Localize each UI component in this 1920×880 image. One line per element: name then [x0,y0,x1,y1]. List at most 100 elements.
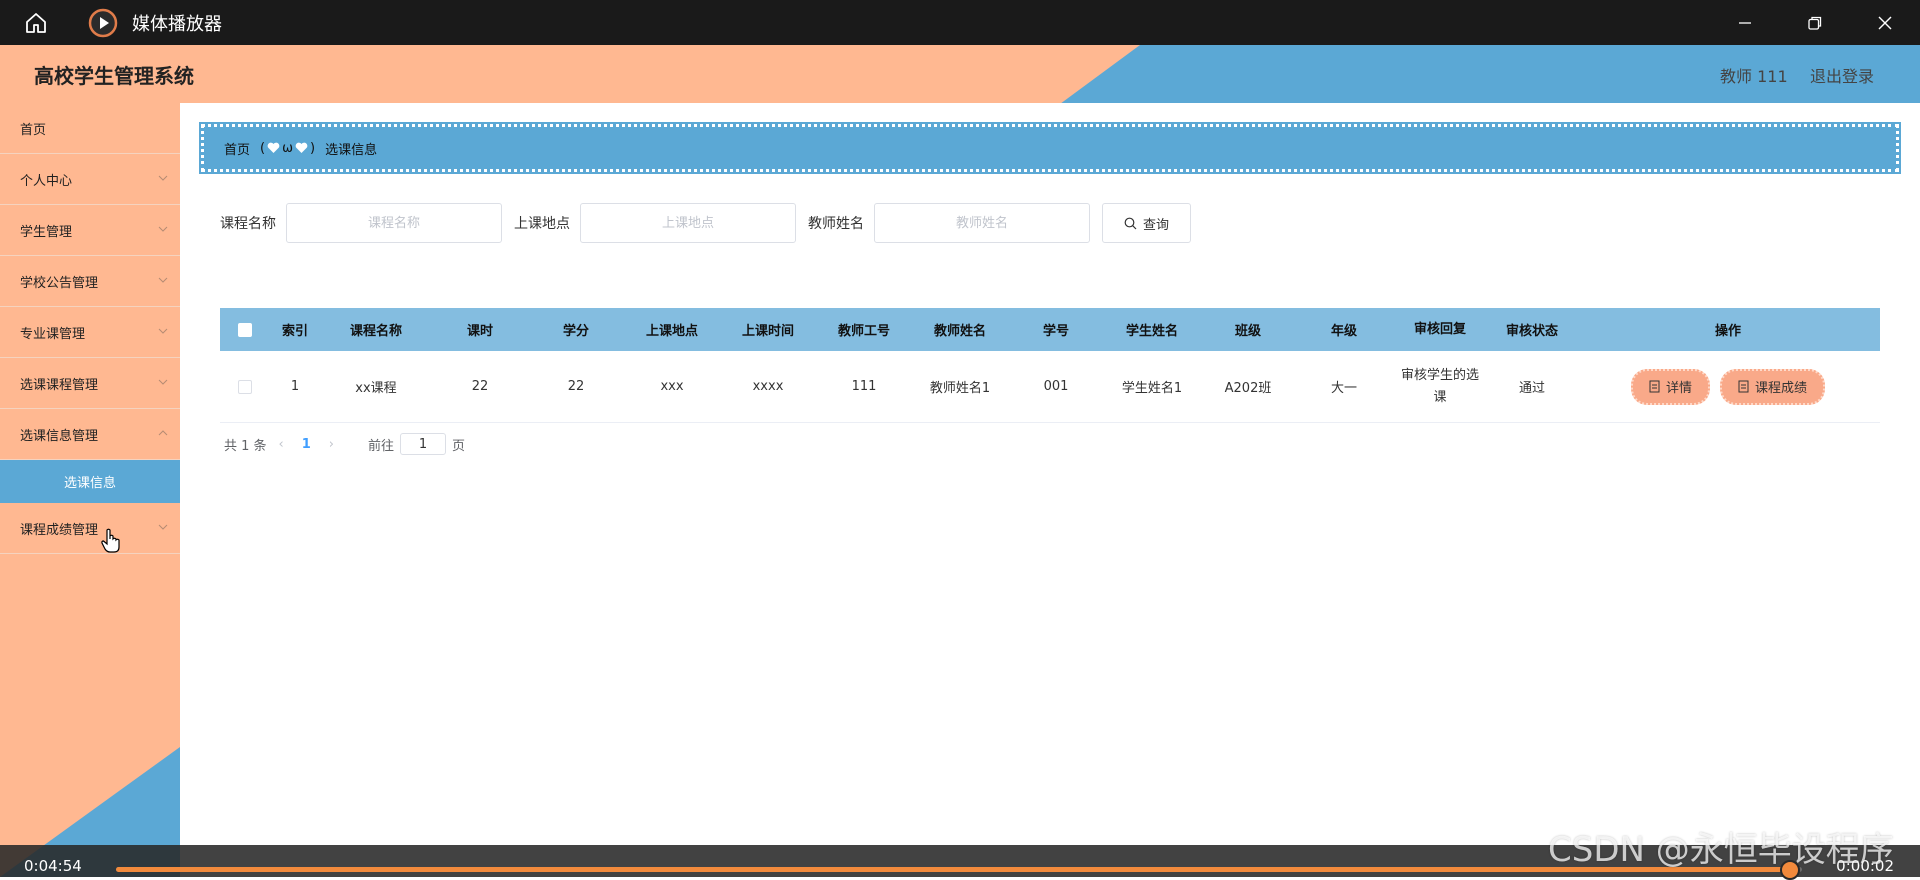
sidebar-item-home[interactable]: 首页 [0,103,180,154]
cell-student-name: 学生姓名1 [1121,381,1183,396]
class-place-input[interactable] [580,203,796,243]
column-header: 教师工号 [837,324,890,339]
goto-suffix: 页 [452,438,466,454]
next-page-icon[interactable]: › [329,437,334,452]
media-player-icon [88,8,118,38]
row-checkbox[interactable] [238,379,252,394]
heart-icon [295,142,308,153]
document-icon [1649,380,1660,393]
chevron-down-icon [158,379,168,385]
table-header: 索引 课程名称 课时 学分 上课地点 上课时间 教师工号 教师姓名 学号 学生姓… [220,308,1880,351]
restore-icon[interactable] [1780,0,1850,45]
current-page[interactable]: 1 [302,437,311,452]
cell-grade: 大一 [1330,381,1357,396]
search-button-label: 查询 [1142,217,1169,233]
current-user-label: 教师 111 [1720,67,1788,86]
course-name-input[interactable] [286,203,502,243]
sidebar-item-enrollment-info[interactable]: 选课信息管理 [0,409,180,460]
column-header: 审核状态 [1505,324,1558,339]
cell-course-name: xx课程 [355,381,397,396]
minimize-icon[interactable] [1710,0,1780,45]
search-button[interactable]: 查询 [1102,203,1191,243]
sidebar-subitem-enrollment-info[interactable]: 选课信息 [0,460,180,503]
prev-page-icon[interactable]: ‹ [279,437,284,452]
chevron-down-icon [158,175,168,181]
column-header: 索引 [281,324,308,339]
sidebar-item-personal-center[interactable]: 个人中心 [0,154,180,205]
enrollment-table: 索引 课程名称 课时 学分 上课地点 上课时间 教师工号 教师姓名 学号 学生姓… [220,308,1880,423]
table-row: 1 xx课程 22 22 xxx xxxx 111 教师姓名1 001 学生姓名… [220,351,1880,423]
chevron-up-icon [158,430,168,436]
column-header: 班级 [1234,324,1261,339]
column-header: 课时 [466,324,493,339]
detail-button[interactable]: 详情 [1630,368,1710,405]
cell-hours: 22 [471,379,489,394]
sidebar-subitem-label: 选课信息 [63,476,116,491]
close-icon[interactable] [1850,0,1920,45]
column-header: 学分 [562,324,589,339]
sidebar-item-label: 学校公告管理 [20,275,99,291]
search-form: 课程名称 上课地点 教师姓名 查询 [220,203,1191,243]
hand-cursor-icon [101,528,120,553]
detail-button-label: 详情 [1665,381,1692,396]
player-title: 媒体播放器 [132,13,222,35]
cell-class: A202班 [1224,381,1272,396]
sidebar: 首页 个人中心 学生管理 学校公告管理 专业课管理 选课课程管理 选课信息管理 … [0,103,180,877]
sidebar-item-course-grades[interactable]: 课程成绩管理 [0,503,180,554]
cell-review-reply: 审核学生的选课 [1400,367,1479,405]
sidebar-item-label: 选课课程管理 [20,377,99,393]
cell-time: xxxx [752,379,784,394]
sidebar-item-major-courses[interactable]: 专业课管理 [0,307,180,358]
breadcrumb-home[interactable]: 首页 [224,139,250,158]
breadcrumb-current: 选课信息 [325,142,378,158]
cell-teacher-no: 111 [851,379,877,394]
chevron-down-icon [158,226,168,232]
class-place-label: 上课地点 [514,216,570,232]
sidebar-item-label: 课程成绩管理 [20,522,99,538]
cell-teacher-name: 教师姓名1 [929,381,991,396]
column-header: 上课时间 [741,324,794,339]
sidebar-item-label: 专业课管理 [20,326,86,342]
sidebar-item-elective-courses[interactable]: 选课课程管理 [0,358,180,409]
breadcrumb: 首页 ( ω ) 选课信息 [199,122,1901,174]
search-icon [1124,217,1137,229]
column-header: 操作 [1714,324,1741,339]
column-header: 课程名称 [349,324,402,339]
pagination: 共 1 条 ‹ 1 › 前往 页 [224,432,465,456]
watermark: CSDN @永恒毕设程序 [1548,830,1894,870]
cell-student-no: 001 [1043,379,1069,394]
app-header: 高校学生管理系统 教师 111 退出登录 [0,45,1920,103]
select-all-checkbox[interactable] [238,322,252,337]
column-header: 上课地点 [645,324,698,339]
teacher-name-input[interactable] [874,203,1090,243]
cell-actions: 详情 课程成绩 [1576,368,1880,405]
sidebar-item-label: 学生管理 [20,224,73,240]
cell-review-status: 通过 [1518,381,1545,396]
breadcrumb-separator: ( ω ) [260,140,316,156]
sidebar-item-label: 个人中心 [20,173,73,189]
column-header: 学生姓名 [1125,324,1178,339]
goto-label: 前往 [368,438,395,454]
column-header: 审核回复 [1413,321,1466,337]
cell-index: 1 [290,379,300,394]
heart-icon [267,142,280,153]
course-grade-button[interactable]: 课程成绩 [1720,368,1826,405]
teacher-name-label: 教师姓名 [808,216,864,232]
seek-bar-fill [116,867,1791,872]
home-icon[interactable] [18,5,54,41]
chevron-down-icon [158,328,168,334]
player-titlebar: 媒体播放器 [0,0,1920,45]
chevron-down-icon [158,524,168,530]
elapsed-time: 0:04:54 [24,857,82,875]
sidebar-item-label: 首页 [20,122,47,138]
goto-page-input[interactable] [400,433,447,455]
logout-link[interactable]: 退出登录 [1810,63,1874,87]
total-count: 共 1 条 [224,438,267,454]
course-grade-button-label: 课程成绩 [1755,381,1808,396]
cell-place: xxx [660,379,684,394]
cell-credit: 22 [567,379,585,394]
column-header: 学号 [1042,324,1069,339]
sidebar-item-announcements[interactable]: 学校公告管理 [0,256,180,307]
sidebar-item-student-management[interactable]: 学生管理 [0,205,180,256]
sidebar-item-label: 选课信息管理 [20,428,99,444]
